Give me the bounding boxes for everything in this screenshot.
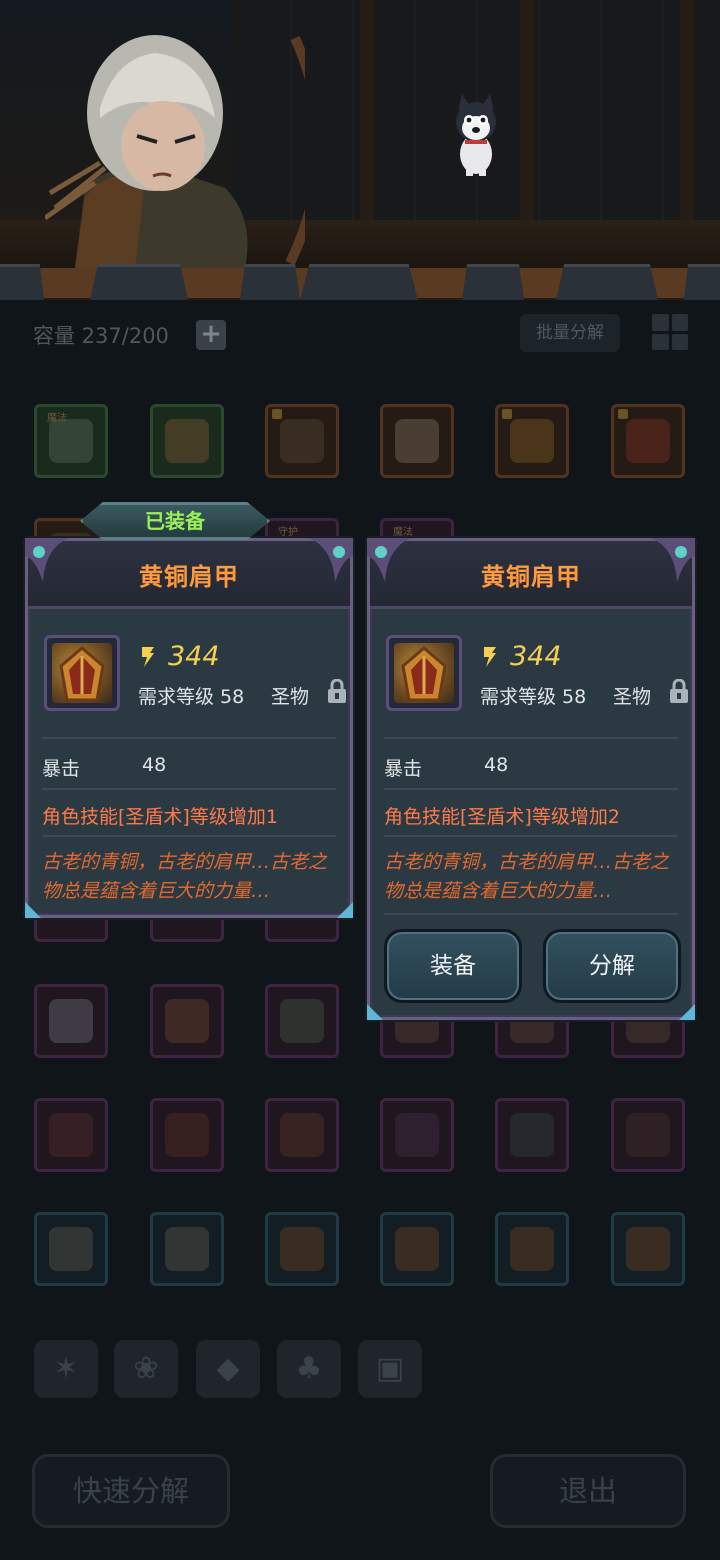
ornament-icon	[25, 538, 69, 582]
inventory-slot[interactable]	[150, 984, 224, 1058]
batch-decompose-button[interactable]: 批量分解	[520, 314, 620, 352]
shoulder-armor-icon	[59, 646, 105, 702]
attack-power-icon	[142, 647, 154, 667]
ornament-icon	[309, 538, 353, 582]
compare-item-card: 黄铜肩甲 344 需求等级 58 圣物 暴击 48 角色技能[圣盾术]等级增加2…	[367, 538, 695, 1020]
inventory-slot[interactable]	[495, 404, 569, 478]
scene-header	[0, 0, 720, 300]
hero-character[interactable]	[45, 18, 305, 268]
ornament-icon	[367, 538, 411, 582]
exit-button[interactable]: 退出	[490, 1454, 686, 1528]
inventory-slot[interactable]	[265, 1212, 339, 1286]
lock-icon	[618, 409, 628, 419]
divider	[42, 788, 336, 790]
lock-icon	[272, 409, 282, 419]
inventory-slot[interactable]: 魔法	[34, 404, 108, 478]
equip-button[interactable]: 装备	[384, 929, 522, 1003]
inventory-slot[interactable]	[265, 984, 339, 1058]
divider	[42, 835, 336, 837]
inventory-slot[interactable]	[380, 1212, 454, 1286]
inventory-slot[interactable]	[34, 1098, 108, 1172]
item-icon	[386, 635, 462, 711]
equipped-badge: 已装备	[80, 502, 270, 540]
lock-icon	[502, 409, 512, 419]
item-lore: 古老的青铜，古老的肩甲…古老之物总是蕴含着巨大的力量…	[42, 851, 328, 902]
inventory-slot[interactable]	[380, 404, 454, 478]
corner-ornament	[367, 1004, 383, 1020]
decompose-button[interactable]: 分解	[543, 929, 681, 1003]
rarity-label: 圣物	[613, 686, 652, 708]
item-icon	[44, 635, 120, 711]
inventory-slot[interactable]	[380, 1098, 454, 1172]
inventory-slot[interactable]	[611, 1098, 685, 1172]
power-value: 344	[510, 641, 562, 672]
stat-value: 48	[484, 754, 509, 776]
weapon-tab-icon[interactable]: ✶	[34, 1340, 98, 1398]
required-level: 需求等级 58	[138, 686, 245, 708]
quick-decompose-button[interactable]: 快速分解	[32, 1454, 230, 1528]
equipped-item-card: 黄铜肩甲 344 需求等级 58 圣物 暴击 48 角色技能[圣盾术]等级增加1…	[25, 538, 353, 918]
inventory-slot[interactable]	[495, 1212, 569, 1286]
husky-pet[interactable]	[448, 92, 504, 178]
scene-rail	[0, 258, 720, 300]
stat-value: 48	[142, 754, 167, 776]
inventory-slot[interactable]	[34, 984, 108, 1058]
material-tab-icon[interactable]: ♣	[277, 1340, 341, 1398]
divider	[384, 737, 678, 739]
inventory-slot[interactable]	[34, 1212, 108, 1286]
item-title: 黄铜肩甲	[481, 563, 581, 591]
inventory-slot[interactable]	[265, 404, 339, 478]
slot-tag: 魔法	[393, 527, 413, 538]
divider	[384, 788, 678, 790]
divider	[384, 835, 678, 837]
pet-tab-icon[interactable]: ❀	[114, 1340, 178, 1398]
item-lore: 古老的青铜，古老的肩甲…古老之物总是蕴含着巨大的力量…	[384, 851, 670, 902]
power-value: 344	[168, 641, 220, 672]
equipped-badge-label: 已装备	[145, 509, 205, 533]
inventory-slot[interactable]	[150, 1212, 224, 1286]
lock-icon[interactable]	[668, 679, 690, 705]
item-title: 黄铜肩甲	[139, 563, 239, 591]
inventory-slot[interactable]	[495, 1098, 569, 1172]
divider	[42, 737, 336, 739]
inventory-slot[interactable]	[611, 1212, 685, 1286]
corner-ornament	[679, 1004, 695, 1020]
stat-name: 暴击	[42, 758, 81, 780]
gem-tab-icon[interactable]: ◆	[196, 1340, 260, 1398]
inventory-slot[interactable]	[150, 404, 224, 478]
corner-ornament	[25, 902, 41, 918]
shoulder-armor-icon	[401, 646, 447, 702]
card-header: 黄铜肩甲	[28, 541, 350, 609]
required-level: 需求等级 58	[480, 686, 587, 708]
inventory-slot[interactable]	[611, 404, 685, 478]
capacity-label: 容量 237/200	[33, 324, 169, 348]
attack-power-icon	[484, 647, 496, 667]
chest-tab-icon[interactable]: ▣	[358, 1340, 422, 1398]
inventory-slot[interactable]	[265, 1098, 339, 1172]
expand-capacity-button[interactable]: +	[196, 320, 226, 350]
grid-view-icon[interactable]	[652, 314, 688, 350]
slot-tag: 守护	[278, 527, 298, 538]
ornament-icon	[651, 538, 695, 582]
skill-bonus: 角色技能[圣盾术]等级增加1	[42, 806, 278, 828]
divider	[384, 913, 678, 915]
inventory-slot[interactable]	[150, 1098, 224, 1172]
stat-name: 暴击	[384, 758, 423, 780]
card-header: 黄铜肩甲	[370, 541, 692, 609]
lock-icon[interactable]	[326, 679, 348, 705]
skill-bonus: 角色技能[圣盾术]等级增加2	[384, 806, 620, 828]
rarity-label: 圣物	[271, 686, 310, 708]
